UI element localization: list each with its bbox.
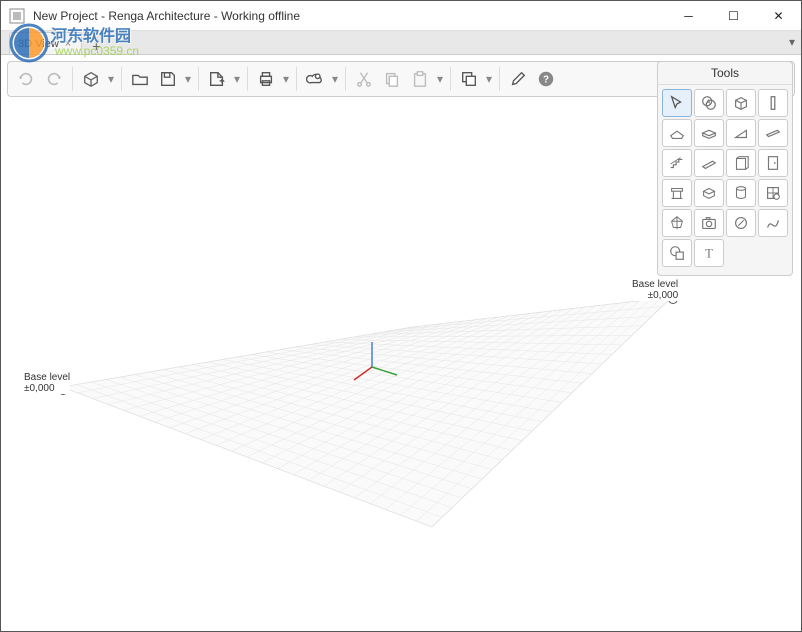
toolbar-separator: [247, 67, 248, 91]
toolbar-separator: [499, 67, 500, 91]
tool-roof[interactable]: [662, 119, 692, 147]
tools-panel: Tools A T: [657, 61, 793, 276]
toolbar-separator: [345, 67, 346, 91]
tool-door[interactable]: [758, 149, 788, 177]
level-elev: ±0,000: [632, 290, 678, 301]
cut-button[interactable]: [350, 65, 378, 93]
tool-cube[interactable]: [726, 89, 756, 117]
export-button[interactable]: ▾: [203, 65, 243, 93]
tool-section[interactable]: [662, 239, 692, 267]
tool-cylinder[interactable]: [726, 179, 756, 207]
tool-camera[interactable]: [694, 209, 724, 237]
tool-opening[interactable]: [662, 179, 692, 207]
level-elev: ±0,000: [24, 383, 70, 394]
help-button[interactable]: ?: [532, 65, 560, 93]
toolbar-separator: [72, 67, 73, 91]
tool-box[interactable]: [694, 179, 724, 207]
print-button[interactable]: ▾: [252, 65, 292, 93]
tool-curve[interactable]: [758, 209, 788, 237]
settings-button[interactable]: [504, 65, 532, 93]
tool-column[interactable]: [758, 89, 788, 117]
maximize-button[interactable]: ☐: [711, 1, 756, 30]
tool-material[interactable]: A: [694, 89, 724, 117]
dropdown-icon[interactable]: ▾: [329, 65, 341, 93]
level-label-right: Base level ±0,000: [632, 279, 678, 301]
app-window: New Project - Renga Architecture - Worki…: [0, 0, 802, 632]
toolbar-separator: [450, 67, 451, 91]
tool-select[interactable]: [662, 89, 692, 117]
tool-ramp[interactable]: [694, 149, 724, 177]
level-name: Base level: [632, 279, 678, 290]
level-name: Base level: [24, 372, 70, 383]
new-project-button[interactable]: ▾: [77, 65, 117, 93]
tools-grid: A T: [658, 85, 792, 271]
paste-button[interactable]: ▾: [406, 65, 446, 93]
tool-circle[interactable]: [726, 209, 756, 237]
svg-text:?: ?: [543, 75, 549, 86]
tool-polyhedron[interactable]: [662, 209, 692, 237]
open-button[interactable]: [126, 65, 154, 93]
dropdown-icon[interactable]: ▾: [231, 65, 243, 93]
redo-button[interactable]: [40, 65, 68, 93]
tool-wedge[interactable]: [726, 119, 756, 147]
tool-window[interactable]: [758, 179, 788, 207]
dropdown-icon[interactable]: ▾: [434, 65, 446, 93]
dropdown-icon[interactable]: ▾: [182, 65, 194, 93]
cloud-button[interactable]: ▾: [301, 65, 341, 93]
dropdown-icon[interactable]: ▾: [105, 65, 117, 93]
tool-wall[interactable]: [726, 149, 756, 177]
close-button[interactable]: ✕: [756, 1, 801, 30]
svg-text:T: T: [705, 247, 713, 261]
toolbar-separator: [198, 67, 199, 91]
copy-button[interactable]: [378, 65, 406, 93]
save-button[interactable]: ▾: [154, 65, 194, 93]
tool-slab[interactable]: [694, 119, 724, 147]
watermark-icon: [9, 23, 49, 63]
watermark-text2: www.pc0359.cn: [55, 45, 139, 58]
window-title: New Project - Renga Architecture - Worki…: [33, 9, 666, 23]
dropdown-icon[interactable]: ▾: [280, 65, 292, 93]
minimize-button[interactable]: ─: [666, 1, 711, 30]
dropdown-icon[interactable]: ▾: [483, 65, 495, 93]
undo-button[interactable]: [12, 65, 40, 93]
toolbar-separator: [121, 67, 122, 91]
toolbar-separator: [296, 67, 297, 91]
watermark: 河东软件园 www.pc0359.cn: [9, 23, 139, 63]
windows-button[interactable]: ▾: [455, 65, 495, 93]
tool-text[interactable]: T: [694, 239, 724, 267]
collapse-ribbon-icon[interactable]: ▾: [789, 35, 795, 49]
tool-stairs[interactable]: [662, 149, 692, 177]
tools-header: Tools: [658, 62, 792, 85]
tool-beam[interactable]: [758, 119, 788, 147]
level-label-left: Base level ±0,000: [24, 372, 70, 394]
watermark-text1: 河东软件园: [51, 28, 139, 46]
